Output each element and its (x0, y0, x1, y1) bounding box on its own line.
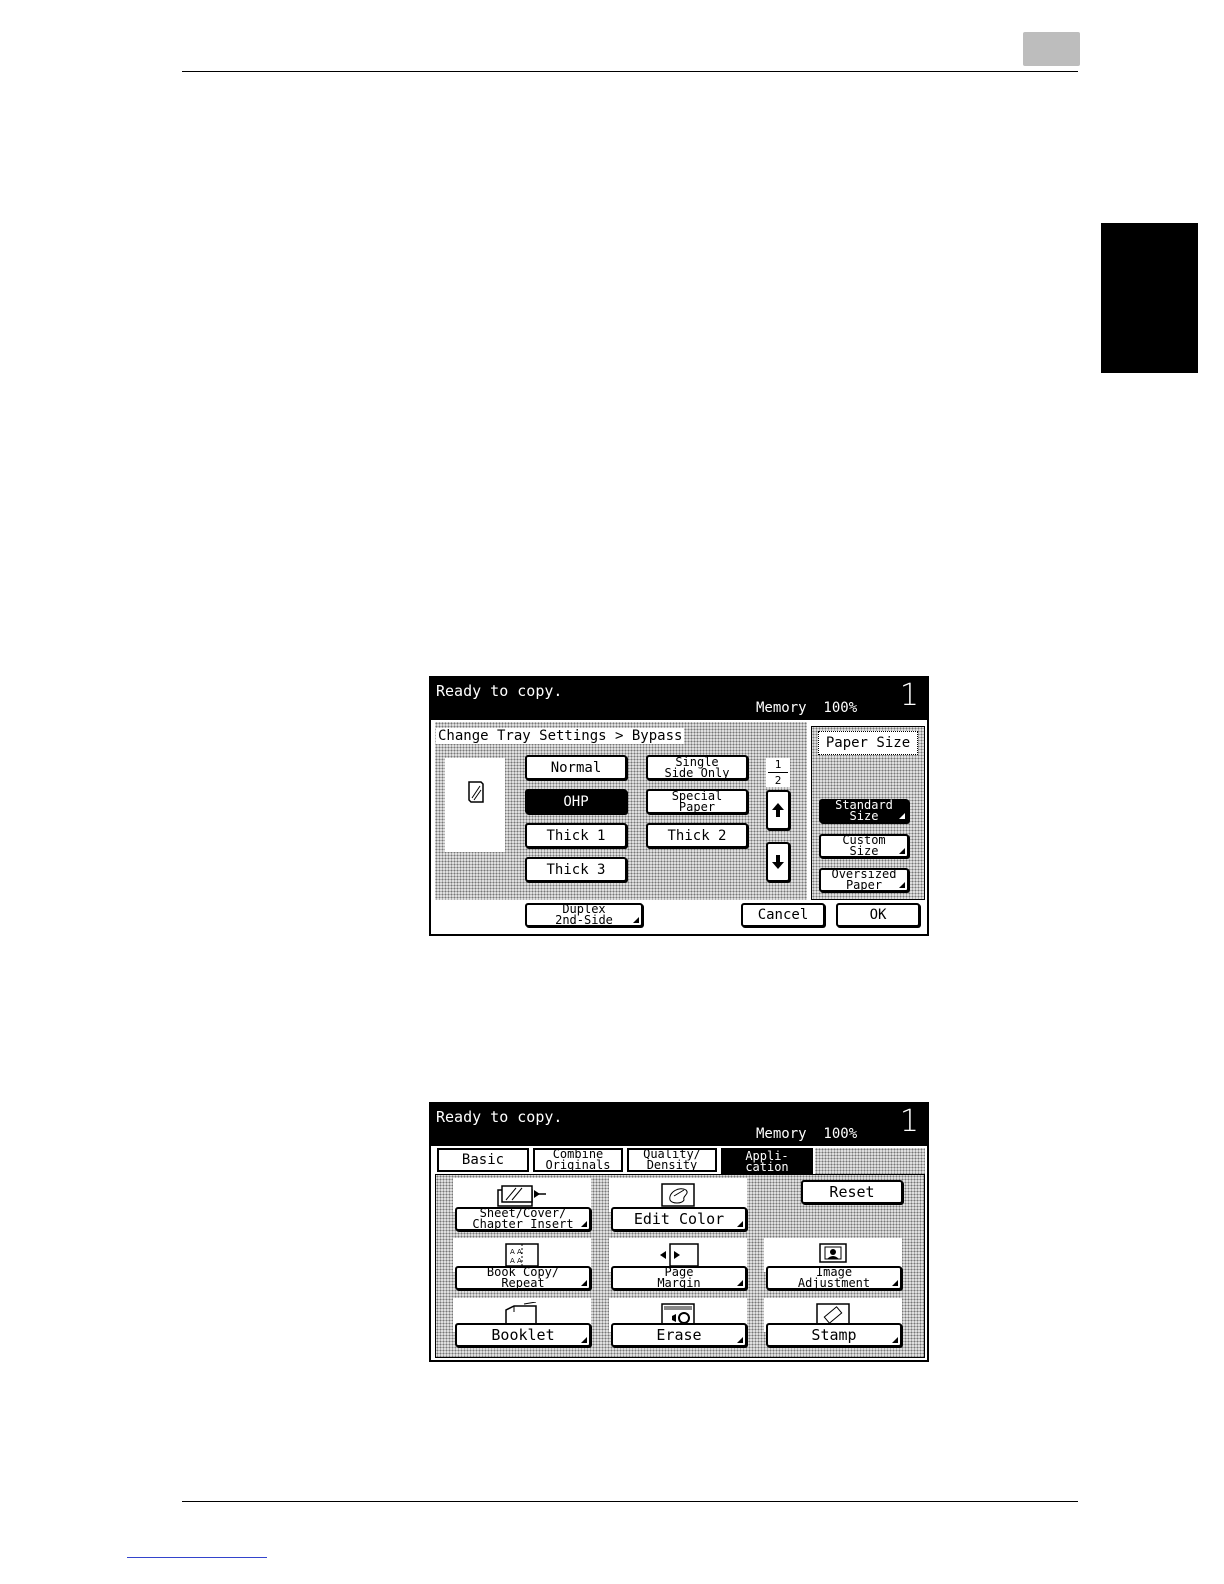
page-total: 2 (774, 774, 782, 787)
memory-indicator: Memory 100% (756, 1126, 858, 1142)
booklet-button[interactable]: Booklet (455, 1323, 591, 1347)
chapter-tab (1101, 223, 1198, 373)
sheet-insert-icon (497, 1185, 546, 1207)
book-copy-icon: A A A A (505, 1243, 539, 1267)
submenu-marker-icon (899, 813, 905, 819)
standard-size-button[interactable]: Standard Size (819, 799, 909, 823)
submenu-marker-icon (581, 1280, 587, 1286)
type-special-paper-button[interactable]: Special Paper (646, 789, 748, 814)
type-thick2-button[interactable]: Thick 2 (646, 823, 748, 848)
footer-rule (182, 1501, 1078, 1502)
fraction-bar (768, 772, 788, 773)
tab-basic[interactable]: Basic (437, 1148, 529, 1172)
footer-link[interactable] (127, 1557, 267, 1558)
type-thick3-button[interactable]: Thick 3 (525, 857, 627, 882)
status-message: Ready to copy. (436, 682, 563, 700)
submenu-marker-icon (899, 848, 905, 854)
paper-size-label: Paper Size (818, 731, 918, 755)
transparency-sheet-icon (468, 781, 484, 803)
page-indicator: 1 2 (766, 758, 790, 787)
ok-button[interactable]: OK (836, 903, 920, 927)
arrow-down-icon (772, 855, 784, 869)
tab-combine-originals[interactable]: Combine Originals (533, 1148, 623, 1172)
page-current: 1 (774, 758, 782, 771)
tab-application[interactable]: Appli- cation (721, 1148, 813, 1176)
submenu-marker-icon (899, 882, 905, 888)
book-copy-repeat-button[interactable]: Book Copy/ Repeat (455, 1266, 591, 1290)
page-margin-icon (660, 1243, 699, 1267)
submenu-marker-icon (737, 1337, 743, 1343)
svg-text:A A: A A (510, 1248, 522, 1256)
svg-text:A A: A A (510, 1257, 522, 1265)
image-adjustment-icon (819, 1243, 847, 1263)
submenu-marker-icon (892, 1280, 898, 1286)
page-number-box (1023, 32, 1080, 66)
scroll-up-button[interactable] (766, 790, 790, 830)
tab-bar-filler (815, 1148, 925, 1174)
submenu-marker-icon (581, 1221, 587, 1227)
tab-quality-density[interactable]: Quality/ Density (627, 1148, 717, 1172)
oversized-paper-button[interactable]: Oversized Paper (819, 868, 909, 892)
application-menu-screen: Ready to copy. Memory 100% 1 Basic Combi… (429, 1102, 929, 1362)
memory-indicator: Memory 100% (756, 700, 858, 716)
duplex-2nd-side-button[interactable]: Duplex 2nd-Side (525, 903, 643, 927)
type-ohp-button[interactable]: OHP (525, 789, 627, 814)
submenu-marker-icon (892, 1337, 898, 1343)
cancel-button[interactable]: Cancel (741, 903, 825, 927)
submenu-marker-icon (581, 1337, 587, 1343)
submenu-marker-icon (633, 917, 639, 923)
image-adjustment-button[interactable]: Image Adjustment (766, 1266, 902, 1290)
submenu-marker-icon (737, 1280, 743, 1286)
page-margin-button[interactable]: Page Margin (611, 1266, 747, 1290)
status-bar: Ready to copy. Memory 100% 1 (431, 678, 927, 720)
type-single-side-button[interactable]: Single Side Only (646, 755, 748, 780)
copy-count: 1 (899, 678, 919, 713)
custom-size-button[interactable]: Custom Size (819, 834, 909, 858)
header-rule (182, 71, 1078, 72)
type-normal-button[interactable]: Normal (525, 755, 627, 780)
scroll-down-button[interactable] (766, 842, 790, 882)
copy-count: 1 (899, 1104, 919, 1139)
submenu-marker-icon (737, 1221, 743, 1227)
type-thick1-button[interactable]: Thick 1 (525, 823, 627, 848)
palette-icon (661, 1183, 695, 1207)
bypass-tray-settings-screen: Ready to copy. Memory 100% 1 Change Tray… (429, 676, 929, 936)
stamp-button[interactable]: Stamp (766, 1323, 902, 1347)
erase-button[interactable]: Erase (611, 1323, 747, 1347)
breadcrumb: Change Tray Settings > Bypass (436, 728, 685, 744)
status-message: Ready to copy. (436, 1108, 563, 1126)
sheet-cover-chapter-insert-button[interactable]: Sheet/Cover/ Chapter Insert (455, 1207, 591, 1231)
arrow-up-icon (772, 803, 784, 817)
status-bar: Ready to copy. Memory 100% 1 (431, 1104, 927, 1146)
edit-color-button[interactable]: Edit Color (611, 1207, 747, 1231)
tray-preview (445, 758, 505, 852)
reset-button[interactable]: Reset (801, 1180, 903, 1204)
